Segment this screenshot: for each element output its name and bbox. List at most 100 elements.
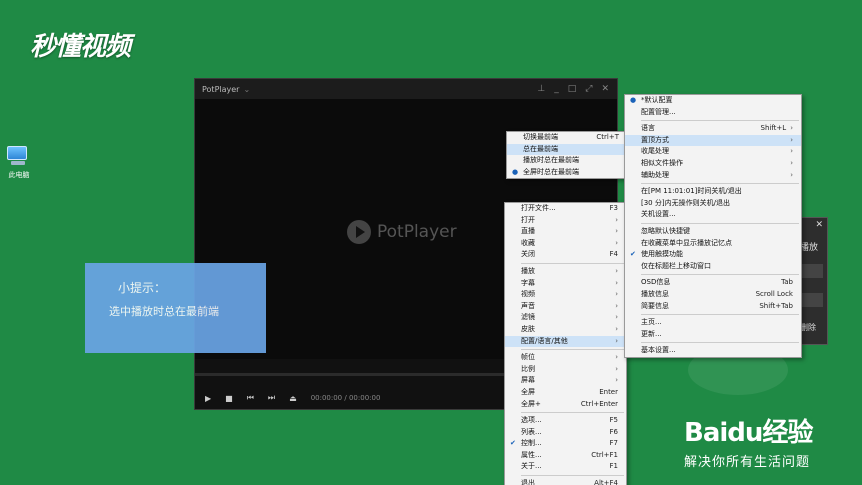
menu-item[interactable]: 退出 Alt+F4: [505, 478, 626, 485]
menu-item-label: 配置/语言/其他: [521, 336, 568, 345]
menu-item[interactable]: 仅在标题栏上移动窗口: [625, 261, 801, 273]
bullet-icon: ●: [512, 167, 519, 176]
menu-item[interactable]: 播放 ›: [505, 266, 626, 278]
side-panel-button-2[interactable]: [801, 293, 823, 307]
menu-item[interactable]: 直播 ›: [505, 226, 626, 238]
menu-item[interactable]: 选项... F5: [505, 415, 626, 427]
menu-item-label: 收藏: [521, 238, 535, 247]
menu-item[interactable]: 基本设置...: [625, 345, 801, 357]
menu-item[interactable]: 全屏 Enter: [505, 387, 626, 399]
menu-item[interactable]: 皮肤 ›: [505, 324, 626, 336]
menu-item[interactable]: ✔ 控制... F7: [505, 438, 626, 450]
close-icon[interactable]: ✕: [601, 84, 609, 94]
menu-item-label: 全屏+: [521, 399, 541, 408]
side-panel-button-1[interactable]: [801, 264, 823, 278]
menu-item[interactable]: 屏幕 ›: [505, 375, 626, 387]
previous-icon[interactable]: ⏮: [247, 393, 254, 403]
stop-icon[interactable]: ■: [225, 394, 233, 403]
time-total: 00:00:00: [348, 394, 381, 402]
menu-item[interactable]: 置顶方式 ›: [625, 134, 801, 147]
menu-item[interactable]: 打开文件... F3: [505, 203, 626, 215]
menu-item-shortcut: Ctrl+T: [596, 133, 619, 141]
menu-item[interactable]: ● *默认配置: [625, 95, 801, 107]
time-display: 00:00:00 / 00:00:00: [311, 394, 381, 402]
menu-item[interactable]: 收藏 ›: [505, 238, 626, 250]
pin-icon[interactable]: ⊥: [537, 84, 545, 94]
submenu-arrow-icon: ›: [615, 353, 618, 362]
menu-item-label: OSD信息: [641, 278, 671, 287]
menu-item[interactable]: ● 全屏时总在最前端: [507, 167, 627, 179]
eject-icon[interactable]: ⏏: [289, 394, 297, 403]
submenu-arrow-icon: ›: [615, 290, 618, 299]
menu-item[interactable]: 配置管理...: [625, 107, 801, 119]
menu-item[interactable]: 关于... F1: [505, 461, 626, 473]
menu-item[interactable]: 视频 ›: [505, 289, 626, 301]
menu-item[interactable]: 滤镜 ›: [505, 312, 626, 324]
menu-item[interactable]: 列表... F6: [505, 427, 626, 439]
menu-item[interactable]: 主页...: [625, 317, 801, 329]
menu-item[interactable]: 比例 ›: [505, 364, 626, 376]
menu-item[interactable]: 关闭 F4: [505, 249, 626, 261]
menu-item-shortcut: Tab: [781, 278, 793, 287]
config-submenu: ● *默认配置 配置管理... 语言 Shift+L › 置顶方式 › 收尾处理 › 相似文件操作 ›…: [624, 94, 802, 358]
menu-item-label: 直播: [521, 227, 535, 236]
menu-item[interactable]: 声音 ›: [505, 301, 626, 313]
menu-item-shortcut: Shift+L: [760, 124, 787, 133]
menu-item[interactable]: [30 分]内无操作则关机/退出: [625, 198, 801, 210]
menu-item[interactable]: 播放时总在最前端: [507, 155, 627, 167]
menu-item[interactable]: 在收藏菜单中显示播放记忆点: [625, 238, 801, 250]
menu-item[interactable]: 更新...: [625, 329, 801, 341]
menu-item[interactable]: 语言 Shift+L ›: [625, 123, 801, 135]
fullscreen-icon[interactable]: ⤢: [585, 84, 592, 94]
submenu-arrow-icon: ›: [615, 301, 618, 310]
menu-item[interactable]: 在[PM 11:01:01]时间关机/退出: [625, 186, 801, 198]
menu-item-shortcut: F4: [609, 250, 618, 259]
maximize-icon[interactable]: □: [568, 84, 577, 94]
menu-item[interactable]: 切换最前端 Ctrl+T: [507, 132, 627, 144]
side-panel-delete[interactable]: 删除: [800, 322, 816, 333]
menu-item-label: 选项...: [521, 416, 542, 425]
submenu-arrow-icon: ›: [615, 376, 618, 385]
baidu-logo: Baidu经验: [684, 418, 813, 448]
menu-item-label: 配置管理...: [641, 107, 676, 116]
menu-item-shortcut: Enter: [599, 387, 618, 396]
chevron-down-icon[interactable]: ⌄: [243, 85, 250, 94]
play-icon[interactable]: ▶: [205, 394, 211, 403]
menu-separator: [521, 412, 624, 414]
menu-item[interactable]: 辅助处理 ›: [625, 170, 801, 182]
menu-item[interactable]: 属性... Ctrl+F1: [505, 450, 626, 462]
menu-item-label: 在收藏菜单中显示播放记忆点: [641, 238, 732, 247]
desktop-icon-this-pc[interactable]: 此电脑: [4, 146, 30, 180]
tip-body: 选中播放时总在最前端: [109, 305, 219, 318]
menu-item[interactable]: 打开 ›: [505, 215, 626, 227]
menu-item[interactable]: 全屏+ Ctrl+Enter: [505, 399, 626, 411]
menu-item[interactable]: 配置/语言/其他 ›: [505, 335, 626, 348]
player-titlebar[interactable]: PotPlayer ⌄ ⊥ _ □ ⤢ ✕: [195, 79, 617, 99]
menu-item[interactable]: 字幕 ›: [505, 278, 626, 290]
menu-item[interactable]: ✔ 使用触摸功能: [625, 249, 801, 261]
menu-item[interactable]: 相似文件操作 ›: [625, 158, 801, 170]
menu-item[interactable]: OSD信息 Tab: [625, 277, 801, 289]
player-logo-text: PotPlayer: [377, 222, 457, 242]
menu-item[interactable]: 简要信息 Shift+Tab: [625, 301, 801, 313]
submenu-arrow-icon: ›: [790, 124, 793, 133]
menu-item-shortcut: F3: [609, 204, 618, 212]
menu-item[interactable]: 播放信息 Scroll Lock: [625, 289, 801, 301]
menu-item-label: 关于...: [521, 462, 542, 471]
next-icon[interactable]: ⏭: [268, 393, 275, 403]
menu-item[interactable]: 收尾处理 ›: [625, 146, 801, 158]
menu-item[interactable]: 关机设置...: [625, 209, 801, 221]
menu-item[interactable]: 帧位 ›: [505, 352, 626, 364]
menu-separator: [641, 120, 799, 122]
menu-item[interactable]: 忽略默认快捷键: [625, 226, 801, 238]
menu-item[interactable]: 总在最前端: [507, 143, 627, 156]
submenu-arrow-icon: ›: [790, 158, 793, 167]
menu-separator: [641, 274, 799, 276]
menu-item-label: 全屏时总在最前端: [523, 167, 579, 176]
menu-item-label: 字幕: [521, 278, 535, 287]
menu-item-label: 辅助处理: [641, 170, 669, 179]
menu-item-shortcut: Scroll Lock: [755, 289, 793, 298]
minimize-icon[interactable]: _: [554, 84, 559, 94]
close-icon[interactable]: ✕: [815, 220, 823, 230]
menu-item-label: 更新...: [641, 329, 662, 338]
